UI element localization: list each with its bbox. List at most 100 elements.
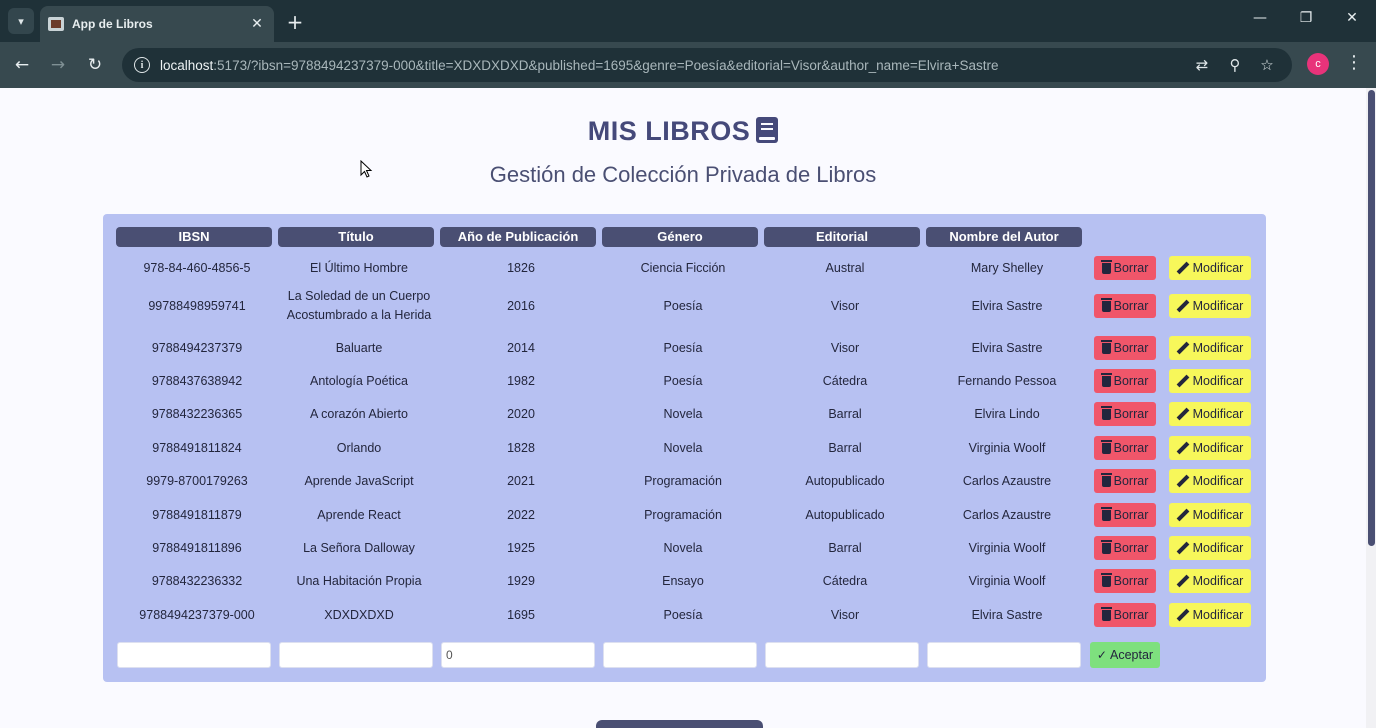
tab-list-button[interactable]: ▾ bbox=[8, 8, 34, 34]
table-row: 9979-8700179263 Aprende JavaScript 2021 Pro… bbox=[103, 469, 1266, 493]
modify-label: Modificar bbox=[1192, 374, 1244, 388]
cell-ibsn: 9788491811879 bbox=[152, 507, 242, 522]
delete-label: Borrar bbox=[1113, 341, 1149, 355]
delete-button[interactable]: Borrar bbox=[1094, 569, 1156, 593]
cell-title: Antología Poética bbox=[310, 373, 408, 388]
cell-title: Orlando bbox=[336, 440, 382, 455]
cell-year: 2021 bbox=[507, 473, 535, 488]
cell-ibsn: 9788491811896 bbox=[152, 540, 242, 555]
modify-label: Modificar bbox=[1192, 341, 1244, 355]
modify-button[interactable]: Modificar bbox=[1169, 294, 1251, 318]
modify-button[interactable]: Modificar bbox=[1169, 402, 1251, 426]
cell-author: Elvira Sastre bbox=[971, 298, 1043, 313]
cell-title: Una Habitación Propia bbox=[296, 573, 422, 588]
url-text: localhost:5173/?ibsn=9788494237379-000&t… bbox=[160, 57, 999, 73]
trash-icon bbox=[1100, 372, 1112, 387]
cell-editorial: Barral bbox=[828, 440, 862, 455]
cell-genre: Poesía bbox=[663, 298, 703, 313]
cell-author: Mary Shelley bbox=[970, 260, 1044, 275]
cell-editorial: Austral bbox=[825, 260, 865, 275]
delete-button[interactable]: Borrar bbox=[1094, 336, 1156, 360]
cell-title: A corazón Abierto bbox=[310, 406, 408, 421]
zoom-icon[interactable]: ⚲ bbox=[1225, 56, 1245, 74]
delete-label: Borrar bbox=[1113, 508, 1149, 522]
year-input[interactable] bbox=[441, 642, 595, 668]
restore-icon[interactable]: ❐ bbox=[1294, 10, 1318, 26]
cell-genre: Ensayo bbox=[662, 573, 704, 588]
delete-button[interactable]: Borrar bbox=[1094, 294, 1156, 318]
pencil-icon bbox=[1177, 509, 1189, 521]
modify-label: Modificar bbox=[1192, 474, 1244, 488]
modify-label: Modificar bbox=[1192, 608, 1244, 622]
delete-button[interactable]: Borrar bbox=[1094, 469, 1156, 493]
modify-button[interactable]: Modificar bbox=[1169, 536, 1251, 560]
cell-genre: Programación bbox=[644, 507, 722, 522]
cell-title: La Señora Dalloway bbox=[303, 540, 415, 555]
minimize-icon[interactable]: — bbox=[1248, 10, 1272, 26]
browser-tab[interactable]: App de Libros ✕ bbox=[40, 6, 274, 42]
delete-button[interactable]: Borrar bbox=[1094, 503, 1156, 527]
cell-editorial: Cátedra bbox=[822, 373, 868, 388]
pencil-icon bbox=[1177, 575, 1189, 587]
mouse-cursor-icon bbox=[360, 160, 373, 178]
modify-button[interactable]: Modificar bbox=[1169, 603, 1251, 627]
cell-ibsn: 9788491811824 bbox=[152, 440, 242, 455]
address-bar[interactable]: i localhost:5173/?ibsn=9788494237379-000… bbox=[122, 48, 1292, 82]
modify-button[interactable]: Modificar bbox=[1169, 369, 1251, 393]
back-icon[interactable]: ← bbox=[10, 53, 34, 77]
modify-button[interactable]: Modificar bbox=[1169, 569, 1251, 593]
delete-button[interactable]: Borrar bbox=[1094, 256, 1156, 280]
cell-year: 2016 bbox=[507, 298, 535, 313]
author-input[interactable] bbox=[927, 642, 1081, 668]
cell-year: 2022 bbox=[507, 507, 535, 522]
cell-year: 1828 bbox=[507, 440, 535, 455]
column-header-year: Año de Publicación bbox=[440, 227, 596, 247]
cell-editorial: Autopublicado bbox=[805, 473, 885, 488]
profile-avatar[interactable]: c bbox=[1307, 53, 1329, 75]
modify-button[interactable]: Modificar bbox=[1169, 256, 1251, 280]
forward-icon[interactable]: → bbox=[46, 53, 70, 77]
cell-year: 1695 bbox=[507, 607, 535, 622]
modify-label: Modificar bbox=[1192, 261, 1244, 275]
bookmark-star-icon[interactable]: ☆ bbox=[1257, 56, 1277, 74]
delete-button[interactable]: Borrar bbox=[1094, 536, 1156, 560]
cell-ibsn: 9979-8700179263 bbox=[146, 473, 248, 488]
accept-button[interactable]: ✓ Aceptar bbox=[1090, 642, 1160, 668]
window-close-icon[interactable]: ✕ bbox=[1340, 10, 1364, 26]
modify-button[interactable]: Modificar bbox=[1169, 469, 1251, 493]
column-header-author: Nombre del Autor bbox=[926, 227, 1082, 247]
modify-button[interactable]: Modificar bbox=[1169, 336, 1251, 360]
page-content: MIS LIBROS Gestión de Colección Privada … bbox=[0, 88, 1366, 728]
genre-input[interactable] bbox=[603, 642, 757, 668]
bottom-button[interactable] bbox=[596, 720, 763, 728]
reload-icon[interactable]: ↻ bbox=[83, 53, 107, 77]
title-input[interactable] bbox=[279, 642, 433, 668]
pencil-icon bbox=[1177, 542, 1189, 554]
modify-button[interactable]: Modificar bbox=[1169, 436, 1251, 460]
editorial-input[interactable] bbox=[765, 642, 919, 668]
delete-label: Borrar bbox=[1113, 474, 1149, 488]
scrollbar-thumb[interactable] bbox=[1368, 90, 1375, 546]
cell-author: Elvira Sastre bbox=[971, 340, 1043, 355]
cell-title: Aprende JavaScript bbox=[304, 473, 414, 488]
cell-title: Baluarte bbox=[335, 340, 383, 355]
pencil-icon bbox=[1177, 342, 1189, 354]
cell-year: 2020 bbox=[507, 406, 535, 421]
menu-icon[interactable]: ⋮ bbox=[1344, 52, 1364, 73]
modify-button[interactable]: Modificar bbox=[1169, 503, 1251, 527]
cell-ibsn: 9788437638942 bbox=[151, 373, 243, 388]
site-info-icon[interactable]: i bbox=[134, 57, 150, 73]
table-row: 9788494237379-000 XDXDXDXD 1695 Poesía Visor… bbox=[103, 603, 1266, 627]
chevron-down-icon: ▾ bbox=[18, 14, 24, 28]
scrollbar[interactable] bbox=[1366, 88, 1376, 728]
translate-icon[interactable]: ⇄ bbox=[1192, 56, 1212, 74]
delete-button[interactable]: Borrar bbox=[1094, 402, 1156, 426]
delete-button[interactable]: Borrar bbox=[1094, 436, 1156, 460]
cell-ibsn: 9788494237379-000 bbox=[139, 607, 255, 622]
modify-label: Modificar bbox=[1192, 574, 1244, 588]
new-tab-button[interactable]: + bbox=[284, 10, 306, 34]
close-icon[interactable]: ✕ bbox=[248, 16, 266, 32]
delete-button[interactable]: Borrar bbox=[1094, 603, 1156, 627]
ibsn-input[interactable] bbox=[117, 642, 271, 668]
delete-button[interactable]: Borrar bbox=[1094, 369, 1156, 393]
